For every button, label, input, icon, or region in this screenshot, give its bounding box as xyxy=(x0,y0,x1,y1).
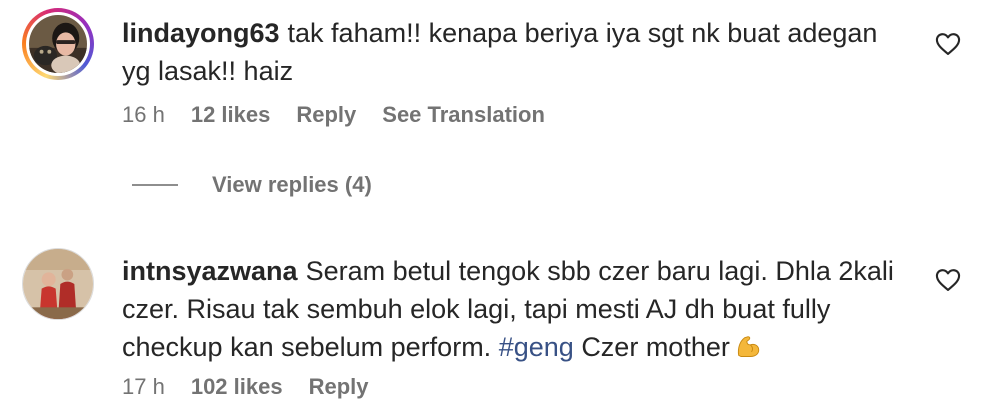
comment-body-end: Czer mother xyxy=(581,332,730,362)
comment-time: 16 h xyxy=(122,102,165,127)
flexed-biceps-emoji xyxy=(737,336,760,357)
comment-text: lindayong63 tak faham!! kenapa beriya iya… xyxy=(122,14,902,90)
comment-username[interactable]: intnsyazwana xyxy=(122,256,298,286)
comment-text: intnsyazwana Seram betul tengok sbb czer … xyxy=(122,252,902,366)
view-replies-button[interactable]: View replies (4) xyxy=(212,172,372,198)
likes-count[interactable]: 12 likes xyxy=(191,102,271,128)
divider-line xyxy=(132,184,178,186)
reply-button[interactable]: Reply xyxy=(296,102,356,128)
see-translation-button[interactable]: See Translation xyxy=(382,102,545,128)
avatar-photo xyxy=(29,15,87,73)
comment-meta: 16 h 12 likes Reply See Translation xyxy=(122,102,545,128)
hashtag-link[interactable]: #geng xyxy=(499,332,574,362)
heart-outline-icon[interactable] xyxy=(934,30,962,58)
avatar[interactable] xyxy=(22,8,94,80)
avatar[interactable] xyxy=(22,248,94,320)
likes-count[interactable]: 102 likes xyxy=(191,374,283,400)
avatar-photo xyxy=(23,249,93,319)
comment-username[interactable]: lindayong63 xyxy=(122,18,280,48)
comment-time: 17 h xyxy=(122,374,165,399)
reply-button[interactable]: Reply xyxy=(309,374,369,400)
heart-outline-icon[interactable] xyxy=(934,266,962,294)
view-replies-row[interactable]: View replies (4) xyxy=(132,172,372,198)
comment-meta: 17 h 102 likes Reply xyxy=(122,374,369,400)
